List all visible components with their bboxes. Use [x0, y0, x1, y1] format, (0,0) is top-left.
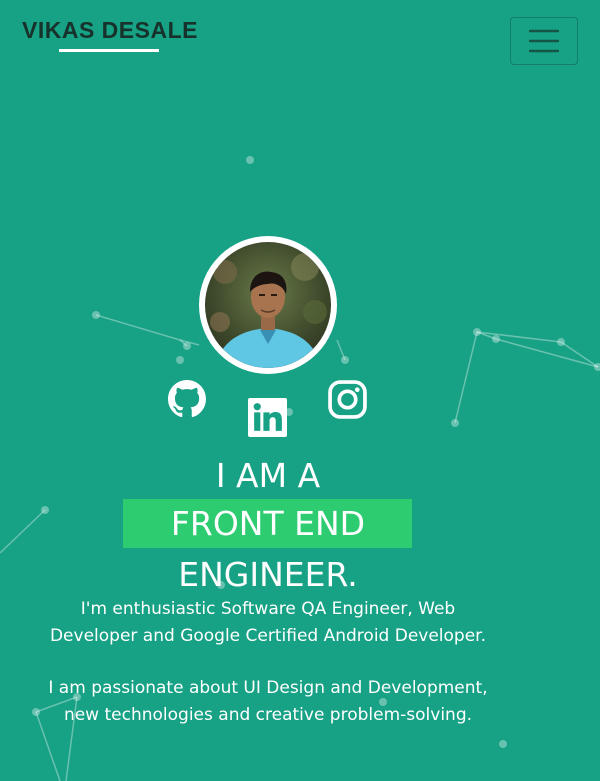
github-icon[interactable] [168, 380, 206, 418]
intro-paragraph-1: I'm enthusiastic Software QA Engineer, W… [49, 599, 487, 646]
intro-paragraph-2: I am passionate about UI Design and Deve… [48, 678, 488, 725]
headline-line-3: ENGINEER. [178, 555, 358, 594]
headline-line-1: I AM A [215, 456, 321, 495]
linkedin-icon[interactable] [248, 398, 287, 437]
brand-underline [59, 49, 159, 52]
profile-photo [205, 242, 331, 368]
particle-background [0, 156, 600, 781]
hamburger-menu-icon [529, 29, 559, 53]
avatar [199, 236, 337, 374]
menu-toggle-button[interactable] [510, 17, 578, 65]
instagram-icon[interactable] [328, 380, 367, 419]
brand-title[interactable]: VIKAS DESALE [22, 17, 198, 44]
headline-highlight: FRONT END [170, 504, 366, 543]
